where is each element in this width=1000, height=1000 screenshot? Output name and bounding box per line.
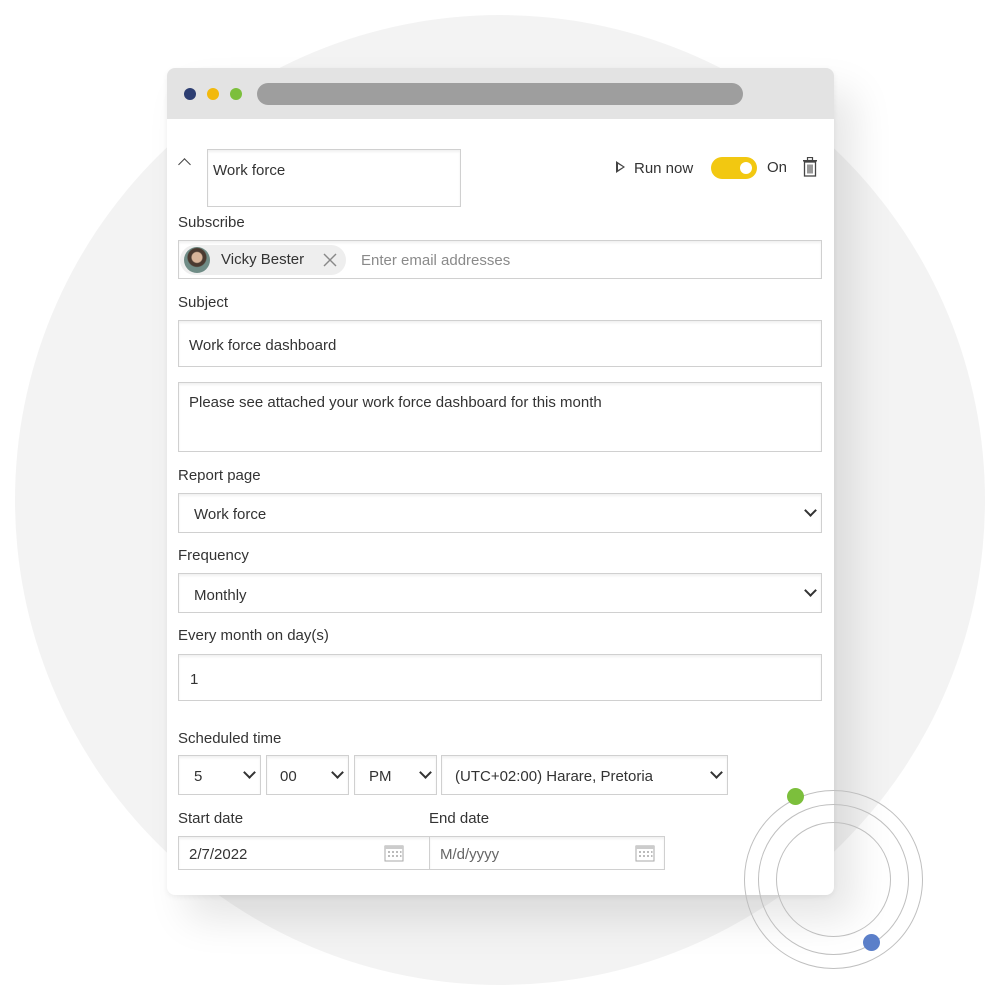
email-input-placeholder[interactable]: Enter email addresses — [361, 252, 510, 269]
report-page-select[interactable]: Work force — [178, 493, 822, 533]
orbit-dot-blue — [863, 934, 880, 951]
hour-value: 5 — [194, 768, 203, 785]
timezone-select[interactable]: (UTC+02:00) Harare, Pretoria — [441, 755, 728, 795]
end-date-label: End date — [429, 810, 490, 827]
run-now-button[interactable]: Run now — [614, 158, 704, 178]
minute-select[interactable]: 00 — [266, 755, 349, 795]
collapse-chevron-icon[interactable] — [178, 158, 191, 171]
minute-value: 00 — [280, 768, 297, 785]
avatar — [184, 247, 210, 273]
frequency-label: Frequency — [178, 547, 249, 564]
address-bar[interactable] — [257, 83, 743, 105]
end-date-placeholder: M/d/yyyy — [440, 846, 500, 863]
subscription-name-field[interactable]: Work force — [207, 149, 461, 207]
report-page-value: Work force — [194, 506, 267, 523]
window-dot-navy — [184, 88, 196, 100]
scheduled-time-label: Scheduled time — [178, 730, 282, 747]
calendar-icon[interactable] — [384, 844, 404, 862]
subscribe-label: Subscribe — [178, 214, 245, 231]
chevron-down-icon — [419, 766, 432, 779]
run-now-label: Run now — [634, 160, 694, 177]
subscription-name-value: Work force — [213, 162, 286, 179]
app-window: Work force Run now On Subscribe Vicky Be… — [167, 68, 834, 895]
window-dot-green — [230, 88, 242, 100]
chevron-down-icon — [804, 504, 817, 517]
frequency-select[interactable]: Monthly — [178, 573, 822, 613]
chevron-down-icon — [331, 766, 344, 779]
chevron-down-icon — [710, 766, 723, 779]
start-date-input[interactable]: 2/7/2022 — [178, 836, 443, 870]
window-dot-yellow — [207, 88, 219, 100]
report-page-label: Report page — [178, 467, 261, 484]
end-date-input[interactable]: M/d/yyyy — [429, 836, 665, 870]
message-value: Please see attached your work force dash… — [189, 394, 602, 411]
chevron-down-icon — [804, 584, 817, 597]
frequency-value: Monthly — [194, 587, 247, 604]
day-label: Every month on day(s) — [178, 627, 329, 644]
toggle-knob — [740, 162, 752, 174]
enabled-toggle[interactable] — [711, 157, 757, 179]
start-date-label: Start date — [178, 810, 244, 827]
calendar-icon[interactable] — [635, 844, 655, 862]
timezone-value: (UTC+02:00) Harare, Pretoria — [455, 768, 653, 785]
recipient-name: Vicky Bester — [221, 251, 305, 268]
day-value: 1 — [190, 671, 199, 688]
title-bar — [167, 68, 834, 119]
subject-field[interactable]: Work force dashboard — [178, 320, 822, 367]
message-textarea[interactable]: Please see attached your work force dash… — [178, 382, 822, 452]
play-icon — [616, 161, 625, 173]
subject-value: Work force dashboard — [189, 337, 337, 354]
ampm-value: PM — [369, 768, 392, 785]
orbit-ring-inner — [776, 822, 891, 937]
hour-select[interactable]: 5 — [178, 755, 261, 795]
ampm-select[interactable]: PM — [354, 755, 437, 795]
toggle-label: On — [767, 159, 788, 176]
subject-label: Subject — [178, 294, 229, 311]
remove-recipient-icon[interactable] — [323, 253, 337, 267]
chevron-down-icon — [243, 766, 256, 779]
day-input[interactable]: 1 — [178, 654, 822, 701]
start-date-value: 2/7/2022 — [189, 846, 248, 863]
trash-icon[interactable] — [802, 157, 818, 177]
recipient-chip: Vicky Bester — [180, 245, 346, 275]
orbit-dot-green — [787, 788, 804, 805]
